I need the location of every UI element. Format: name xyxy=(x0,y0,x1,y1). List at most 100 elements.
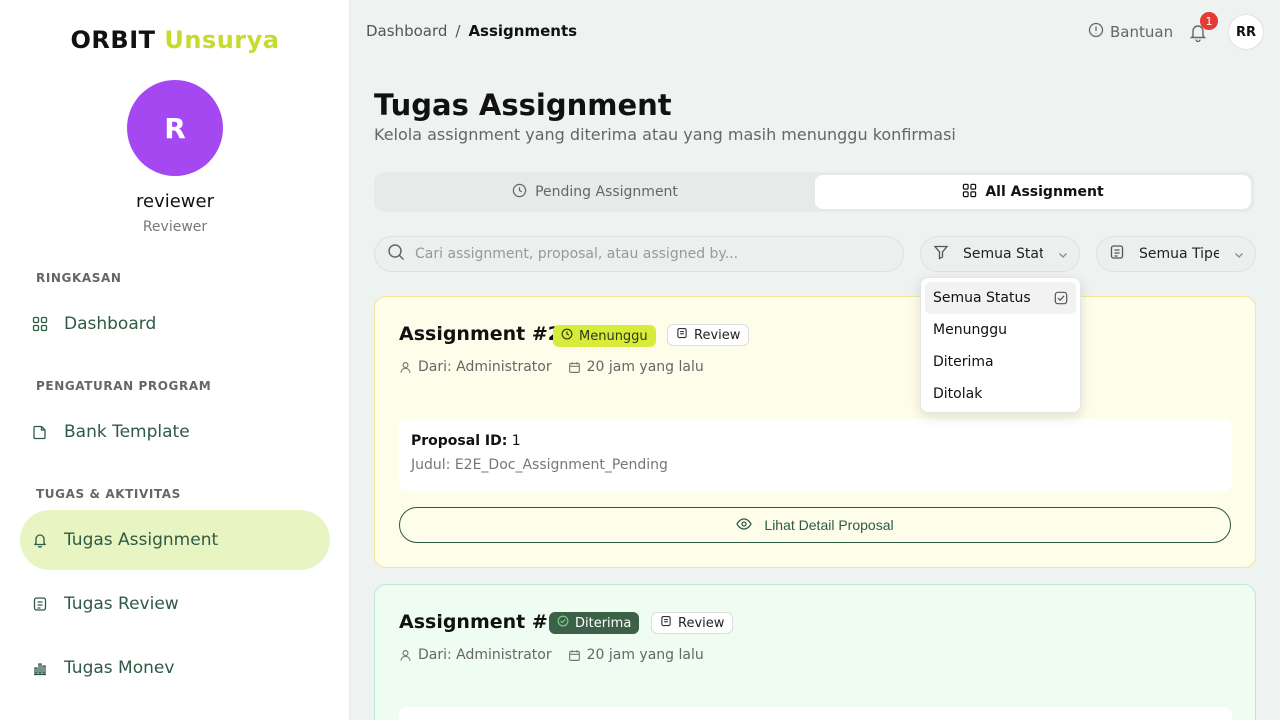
breadcrumb: Dashboard / Assignments xyxy=(366,22,577,40)
user-name: reviewer xyxy=(135,191,214,212)
check-icon xyxy=(1054,291,1068,309)
view-proposal-detail-button[interactable]: Lihat Detail Proposal xyxy=(399,507,1231,543)
type-badge: Review xyxy=(667,324,750,346)
option-label: Ditolak xyxy=(933,386,983,402)
assignment-title: Assignment #2 xyxy=(399,323,562,345)
calendar-icon xyxy=(568,361,580,373)
dropdown-option-diterima[interactable]: Diterima xyxy=(925,346,1076,378)
assignment-card: Assignment #2 Menunggu Review Dari: Admi… xyxy=(374,296,1256,568)
user-avatar: R xyxy=(127,80,223,176)
sidebar-item-tugas-monev[interactable]: Tugas Monev xyxy=(20,638,330,698)
help-button[interactable]: Bantuan xyxy=(1088,22,1173,42)
assignment-card: Assignment #1 Diterima Review Dari: Admi… xyxy=(374,584,1256,720)
assigned-by-text: Dari: Administrator xyxy=(418,647,552,663)
search-icon xyxy=(387,243,405,265)
tab-all-assignment[interactable]: All Assignment xyxy=(815,175,1251,209)
bar-chart-icon xyxy=(32,660,48,676)
clock-icon xyxy=(561,328,573,344)
status-badge: Diterima xyxy=(549,612,640,634)
sidebar-item-label: Tugas Monev xyxy=(64,658,175,678)
sidebar-item-bank-template[interactable]: Bank Template xyxy=(20,402,330,462)
page-title: Tugas Assignment xyxy=(374,88,672,122)
document-icon xyxy=(676,327,688,343)
assignment-title: Assignment #1 xyxy=(399,611,562,633)
status-badge-label: Diterima xyxy=(575,615,632,631)
option-label: Menunggu xyxy=(933,322,1007,338)
type-badge-label: Review xyxy=(678,615,725,631)
dropdown-option-semua-status[interactable]: Semua Status xyxy=(925,282,1076,314)
info-icon xyxy=(1088,22,1104,42)
section-title-pengaturan: PENGATURAN PROGRAM xyxy=(36,379,212,393)
assigned-by: Dari: Administrator xyxy=(399,647,552,663)
user-icon xyxy=(400,361,411,373)
calendar-icon xyxy=(568,649,580,661)
sidebar-item-tugas-review[interactable]: Tugas Review xyxy=(20,574,330,634)
page-subtitle: Kelola assignment yang diterima atau yan… xyxy=(374,125,956,144)
assigned-time: 20 jam yang lalu xyxy=(568,359,704,375)
chevron-down-icon xyxy=(1057,249,1069,265)
status-dropdown-menu: Semua Status Menunggu Diterima Ditolak xyxy=(920,277,1081,413)
clock-icon xyxy=(512,183,527,202)
status-filter-value: Semua Status xyxy=(963,246,1043,262)
document-icon xyxy=(660,615,672,631)
type-badge: Review xyxy=(651,612,734,634)
assigned-time-text: 20 jam yang lalu xyxy=(586,359,704,375)
assigned-time-text: 20 jam yang lalu xyxy=(586,647,704,663)
status-badge: Menunggu xyxy=(553,325,656,347)
dropdown-option-menunggu[interactable]: Menunggu xyxy=(925,314,1076,346)
assigned-by-text: Dari: Administrator xyxy=(418,359,552,375)
brand-name: ORBIT xyxy=(70,26,156,54)
proposal-info xyxy=(399,707,1232,720)
filter-icon xyxy=(933,244,949,264)
sidebar-item-tugas-assignment[interactable]: Tugas Assignment xyxy=(20,510,330,570)
assigned-by: Dari: Administrator xyxy=(399,359,552,375)
sidebar: ORBIT Unsurya R reviewer Reviewer RINGKA… xyxy=(0,0,350,720)
document-icon xyxy=(1109,244,1125,264)
sidebar-item-label: Tugas Review xyxy=(64,594,179,614)
chevron-down-icon xyxy=(1233,249,1245,265)
breadcrumb-current: Assignments xyxy=(468,22,578,40)
grid-icon xyxy=(32,316,48,332)
assignment-tabs: Pending Assignment All Assignment xyxy=(374,172,1254,212)
detail-button-label: Lihat Detail Proposal xyxy=(764,517,894,533)
brand-logo[interactable]: ORBIT Unsurya xyxy=(0,26,350,54)
file-icon xyxy=(32,424,48,440)
user-avatar-menu[interactable]: RR xyxy=(1228,14,1264,50)
proposal-id-value: 1 xyxy=(511,433,521,449)
sidebar-item-label: Tugas Assignment xyxy=(64,530,219,550)
status-filter-select[interactable]: Semua Status xyxy=(920,236,1080,272)
assignment-meta: Dari: Administrator 20 jam yang lalu xyxy=(399,647,704,663)
tab-label: All Assignment xyxy=(985,184,1104,200)
sidebar-item-label: Bank Template xyxy=(64,422,190,442)
tab-label: Pending Assignment xyxy=(535,184,678,200)
dropdown-option-ditolak[interactable]: Ditolak xyxy=(925,378,1076,410)
user-role: Reviewer xyxy=(142,219,208,235)
assigned-time: 20 jam yang lalu xyxy=(568,647,704,663)
assignment-meta: Dari: Administrator 20 jam yang lalu xyxy=(399,359,704,375)
option-label: Diterima xyxy=(933,354,994,370)
option-label: Semua Status xyxy=(933,290,1031,306)
type-badge-label: Review xyxy=(694,327,741,343)
bell-icon xyxy=(32,532,48,548)
tab-pending-assignment[interactable]: Pending Assignment xyxy=(377,175,813,209)
document-icon xyxy=(32,596,48,612)
eye-icon xyxy=(736,516,753,535)
notification-count-badge: 1 xyxy=(1200,12,1218,30)
section-title-tugas: TUGAS & AKTIVITAS xyxy=(36,487,181,501)
breadcrumb-separator: / xyxy=(455,22,461,40)
proposal-id-label: Proposal ID: xyxy=(411,433,508,449)
section-title-ringkasan: RINGKASAN xyxy=(36,271,122,285)
type-filter-value: Semua Tipe xyxy=(1139,246,1219,262)
proposal-id: Proposal ID: 1 xyxy=(411,433,1220,449)
proposal-info: Proposal ID: 1 Judul: E2E_Doc_Assignment… xyxy=(399,419,1232,491)
sidebar-item-dashboard[interactable]: Dashboard xyxy=(20,294,330,354)
proposal-title: Judul: E2E_Doc_Assignment_Pending xyxy=(411,457,668,473)
breadcrumb-root[interactable]: Dashboard xyxy=(366,22,447,40)
search-input[interactable]: Cari assignment, proposal, atau assigned… xyxy=(374,236,904,272)
search-placeholder: Cari assignment, proposal, atau assigned… xyxy=(415,246,739,262)
type-filter-select[interactable]: Semua Tipe xyxy=(1096,236,1256,272)
status-badge-label: Menunggu xyxy=(579,328,648,344)
check-circle-icon xyxy=(557,615,569,631)
grid-icon xyxy=(962,183,977,202)
help-label: Bantuan xyxy=(1110,23,1174,41)
